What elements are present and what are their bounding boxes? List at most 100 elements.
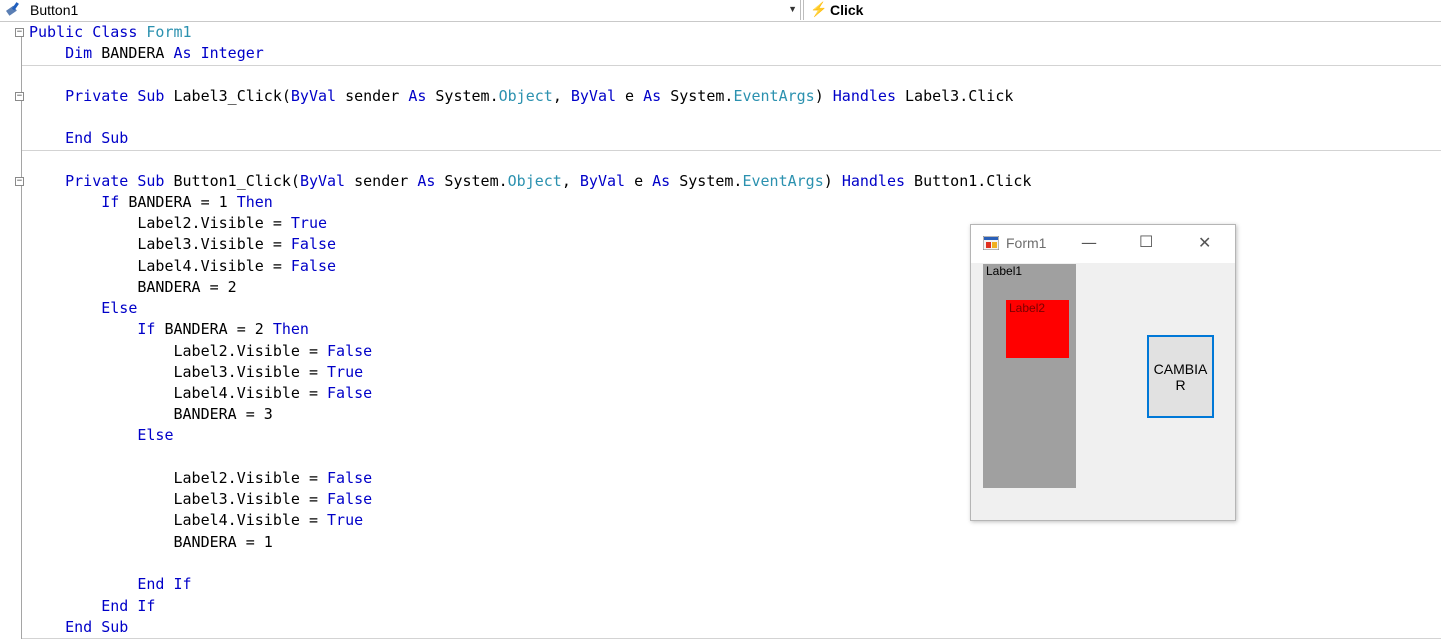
code-keyword: Else xyxy=(101,299,138,317)
chevron-down-icon[interactable]: ▼ xyxy=(788,0,797,18)
code-text: Label3.Click xyxy=(896,87,1014,105)
collapse-icon[interactable]: − xyxy=(15,28,24,37)
code-keyword: False xyxy=(327,342,373,360)
code-line: Else xyxy=(29,425,173,446)
editor-navigation-bar: Button1 ▼ ⚡ Click xyxy=(0,0,1441,22)
code-keyword: ByVal xyxy=(570,87,617,105)
code-keyword: Handles xyxy=(832,87,896,105)
code-keyword: True xyxy=(327,511,364,529)
code-type: EventArgs xyxy=(733,87,815,105)
code-text: e xyxy=(625,172,653,190)
code-keyword: If xyxy=(137,320,156,338)
code-text: Label2.Visible = xyxy=(29,342,328,360)
code-keyword: Dim xyxy=(65,44,93,62)
code-text: , xyxy=(552,87,571,105)
code-text: Button1_Click( xyxy=(164,172,300,190)
code-text: Label3.Visible = xyxy=(29,235,291,253)
code-line: Label2.Visible = False xyxy=(29,341,372,362)
window-title: Form1 xyxy=(1006,235,1047,251)
code-text: BANDERA = 1 xyxy=(119,193,237,211)
code-text: Label3.Visible = xyxy=(29,490,328,508)
code-text: e xyxy=(616,87,644,105)
code-type: Object xyxy=(507,172,562,190)
code-line: End Sub xyxy=(29,617,128,638)
code-line: Dim BANDERA As Integer xyxy=(29,43,264,64)
code-line: Private Sub Button1_Click(ByVal sender A… xyxy=(29,171,1031,192)
code-keyword: Handles xyxy=(841,172,906,190)
cambiar-button[interactable]: CAMBIAR xyxy=(1147,335,1214,418)
code-text: sender xyxy=(336,87,409,105)
code-keyword: Then xyxy=(236,193,273,211)
code-line: Label3.Visible = True xyxy=(29,362,363,383)
code-keyword: True xyxy=(327,363,364,381)
code-keyword: False xyxy=(290,257,337,275)
close-icon[interactable]: ✕ xyxy=(1198,233,1211,252)
label2: Label2 xyxy=(1006,300,1069,358)
code-text: System. xyxy=(661,87,734,105)
code-text: Label3_Click( xyxy=(164,87,291,105)
code-keyword: False xyxy=(327,384,373,402)
code-text: System. xyxy=(670,172,743,190)
maximize-icon[interactable]: ☐ xyxy=(1139,232,1153,251)
code-keyword: True xyxy=(290,214,328,232)
code-line: End Sub xyxy=(29,128,128,149)
window-titlebar[interactable]: Form1 — ☐ ✕ xyxy=(971,225,1235,263)
outline-line xyxy=(21,34,22,639)
code-keyword: As xyxy=(643,87,662,105)
code-keyword: As xyxy=(408,87,427,105)
object-icon xyxy=(6,0,24,20)
code-keyword: Public Class xyxy=(29,23,147,41)
code-keyword: Private Sub xyxy=(65,172,165,190)
code-text: Button1.Click xyxy=(905,172,1032,190)
code-line: BANDERA = 3 xyxy=(29,404,272,425)
code-text: sender xyxy=(345,172,418,190)
code-line: Label4.Visible = False xyxy=(29,256,336,277)
code-text: ) xyxy=(823,172,842,190)
code-text: , xyxy=(561,172,580,190)
code-line: Label4.Visible = True xyxy=(29,510,363,531)
code-keyword: End If xyxy=(101,597,156,615)
code-keyword: ByVal xyxy=(290,87,337,105)
code-line: If BANDERA = 1 Then xyxy=(29,192,273,213)
code-text: Label4.Visible = xyxy=(29,511,328,529)
method-separator xyxy=(22,65,1441,66)
code-keyword: As Integer xyxy=(173,44,264,62)
code-line: Public Class Form1 xyxy=(29,22,192,43)
method-separator xyxy=(22,150,1441,151)
code-keyword: Then xyxy=(272,320,309,338)
code-type: Object xyxy=(498,87,553,105)
collapse-icon[interactable]: − xyxy=(15,92,24,101)
code-line: BANDERA = 1 xyxy=(29,532,273,553)
code-line: BANDERA = 2 xyxy=(29,277,237,298)
minimize-icon[interactable]: — xyxy=(1081,233,1097,252)
code-text: BANDERA = 2 xyxy=(29,278,237,296)
code-text: Label4.Visible = xyxy=(29,257,291,275)
code-text: BANDERA = 1 xyxy=(29,533,273,551)
label1: Label1 xyxy=(983,264,1076,488)
event-dropdown[interactable]: ⚡ Click xyxy=(803,0,1441,20)
form-icon xyxy=(982,235,1000,251)
collapse-icon[interactable]: − xyxy=(15,177,24,186)
code-text: BANDERA = 2 xyxy=(155,320,273,338)
event-dropdown-value: Click xyxy=(830,2,864,18)
code-keyword: False xyxy=(327,469,373,487)
object-dropdown[interactable]: Button1 ▼ xyxy=(0,0,801,20)
code-keyword: As xyxy=(652,172,671,190)
code-keyword: As xyxy=(417,172,436,190)
code-type: Form1 xyxy=(146,23,192,41)
label2-text: Label2 xyxy=(1009,301,1046,315)
code-keyword: If xyxy=(101,193,120,211)
object-dropdown-value: Button1 xyxy=(30,2,79,18)
code-text: Label4.Visible = xyxy=(29,384,328,402)
code-line: Private Sub Label3_Click(ByVal sender As… xyxy=(29,86,1013,107)
code-keyword: End Sub xyxy=(65,129,129,147)
code-keyword: ByVal xyxy=(299,172,346,190)
